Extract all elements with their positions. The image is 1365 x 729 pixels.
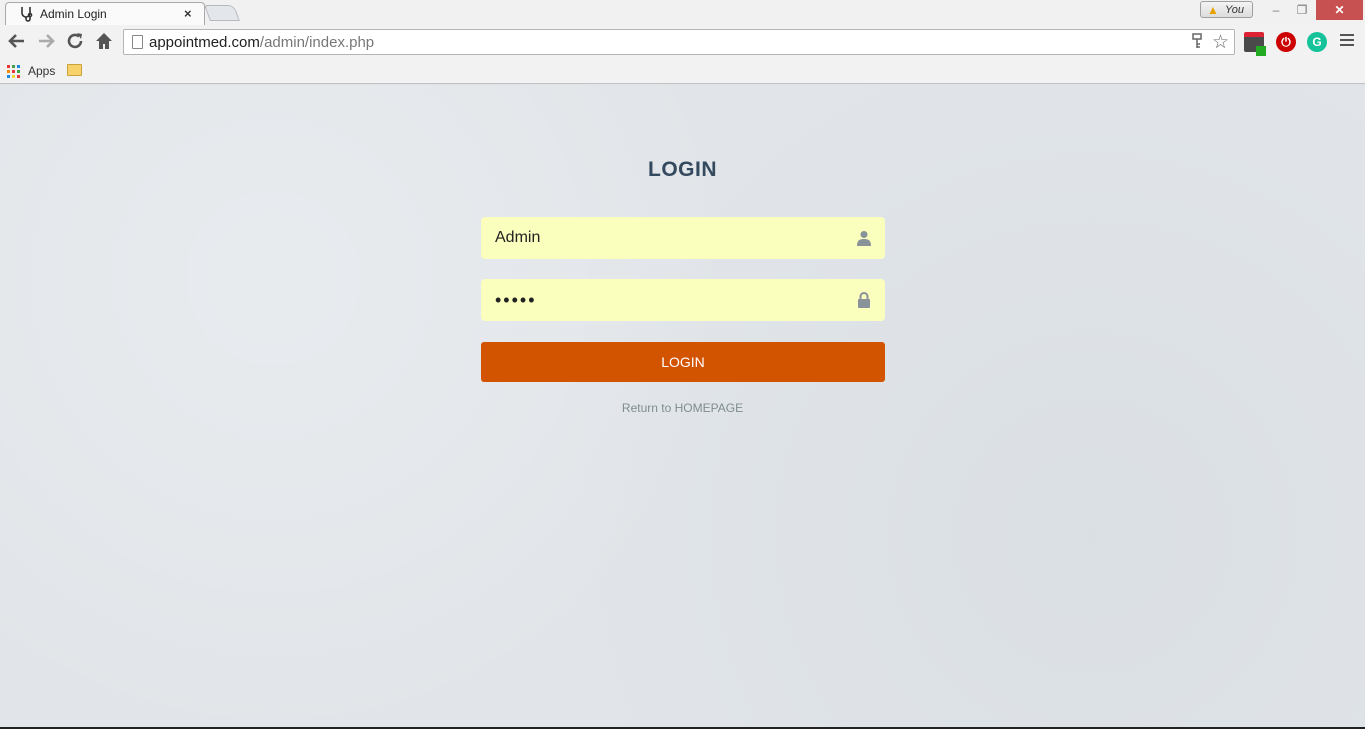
bookmark-star-icon[interactable]: ☆ xyxy=(1212,31,1229,54)
browser-tabstrip: Admin Login × ▲ You – ❐ ✕ xyxy=(0,0,1365,25)
reload-icon[interactable] xyxy=(64,30,86,52)
user-icon xyxy=(857,231,871,246)
back-arrow-icon[interactable] xyxy=(6,30,28,52)
return-homepage: Return to HOMEPAGE xyxy=(0,401,1365,415)
address-bar[interactable]: appointmed.com/admin/index.php ☆ xyxy=(123,29,1235,55)
hamburger-menu-icon[interactable] xyxy=(1340,34,1354,46)
login-page: LOGIN LOGIN Return to HOMEPAGE xyxy=(0,85,1365,729)
apps-label: Apps xyxy=(28,64,56,78)
browser-toolbar: appointmed.com/admin/index.php ☆ ⏻ G xyxy=(0,25,1365,59)
extension-badge xyxy=(1256,46,1266,56)
profile-button[interactable]: ▲ You xyxy=(1200,1,1253,18)
apps-grid-icon xyxy=(7,65,20,78)
window-close-button[interactable]: ✕ xyxy=(1316,0,1363,20)
username-field[interactable] xyxy=(481,217,885,259)
username-input[interactable] xyxy=(495,217,855,259)
folder-icon[interactable] xyxy=(67,64,82,76)
stethoscope-icon xyxy=(21,7,33,22)
url-path: /admin/index.php xyxy=(259,34,375,51)
tab-close-icon[interactable]: × xyxy=(184,6,192,21)
extension-icon[interactable] xyxy=(1244,32,1266,56)
profile-name: You xyxy=(1225,4,1244,16)
forward-arrow-icon[interactable] xyxy=(35,30,57,52)
bookmarks-bar: Apps xyxy=(0,59,1365,84)
browser-tab[interactable]: Admin Login × xyxy=(5,2,205,25)
minimize-button[interactable]: – xyxy=(1262,0,1290,20)
grammarly-icon[interactable]: G xyxy=(1307,32,1327,52)
password-input[interactable] xyxy=(495,279,855,321)
tab-title: Admin Login xyxy=(40,7,107,21)
login-button[interactable]: LOGIN xyxy=(481,342,885,382)
maximize-button[interactable]: ❐ xyxy=(1288,0,1316,20)
page-icon xyxy=(132,35,143,49)
login-title: LOGIN xyxy=(648,158,717,181)
home-icon[interactable] xyxy=(93,30,115,52)
warning-icon: ▲ xyxy=(1207,3,1219,17)
key-icon[interactable] xyxy=(1192,33,1202,52)
url-text[interactable]: appointmed.com/admin/index.php xyxy=(149,34,374,51)
new-tab-button[interactable] xyxy=(204,5,240,21)
url-host: appointmed.com xyxy=(149,34,260,51)
lock-icon xyxy=(858,292,870,308)
return-homepage-link[interactable]: Return to HOMEPAGE xyxy=(622,401,743,415)
power-extension-icon[interactable]: ⏻ xyxy=(1276,32,1296,52)
password-field[interactable] xyxy=(481,279,885,321)
